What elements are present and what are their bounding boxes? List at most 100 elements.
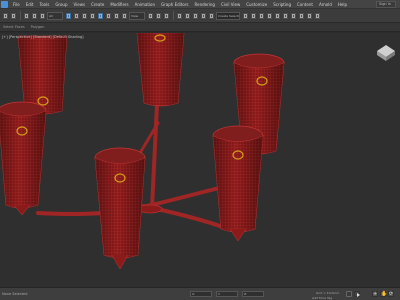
lamp-shade-front-center[interactable] (94, 147, 146, 270)
rotate-icon (107, 13, 110, 18)
redo-button[interactable] (10, 11, 17, 20)
rendered-frame-window-button[interactable] (306, 11, 313, 20)
y-label: Y: (218, 292, 221, 296)
perspective-viewport[interactable]: [+] [Perspective] [Standard] [Default Sh… (0, 33, 400, 287)
z-coordinate-field[interactable]: Z: (242, 291, 264, 297)
menu-group[interactable]: Group (52, 0, 70, 9)
menu-customize[interactable]: Customize (243, 0, 270, 9)
ribbon-tab-polygon[interactable]: Polygon (31, 25, 45, 29)
percent-snap-button[interactable] (192, 11, 199, 20)
lamp-shade-right-front[interactable] (212, 125, 264, 242)
viewport-label[interactable]: [+] [Perspective] [Standard] [Default Sh… (2, 35, 84, 39)
material-sphere-icon (292, 13, 295, 18)
selection-filter-dropdown[interactable]: All (47, 11, 63, 20)
place-button[interactable] (121, 11, 128, 20)
frame-window-icon (308, 13, 311, 18)
manipulate-icon (157, 13, 160, 18)
render-production-button[interactable] (314, 11, 321, 20)
scene-canvas[interactable] (0, 33, 400, 287)
main-toolbar: All View Create Selection Se (0, 9, 400, 23)
menu-help[interactable]: Help (335, 0, 350, 9)
unlink-icon (33, 13, 36, 18)
viewcube-home-icon[interactable] (377, 45, 395, 61)
angle-icon (186, 13, 189, 18)
add-time-tag-link[interactable]: Add Time Tag (312, 296, 332, 300)
cursor-icon (67, 13, 70, 18)
window-crossing-button[interactable] (89, 11, 96, 20)
y-coordinate-field[interactable]: Y: (216, 291, 238, 297)
menu-views[interactable]: Views (71, 0, 89, 9)
rotate-button[interactable] (105, 11, 112, 20)
menu-scripting[interactable]: Scripting (270, 0, 294, 9)
menu-civil-view[interactable]: Civil View (218, 0, 243, 9)
edit-named-selection-button[interactable] (208, 11, 215, 20)
curve-icon (276, 13, 279, 18)
move-icon (99, 13, 102, 18)
menu-animation[interactable]: Animation (132, 0, 158, 9)
menu-modifiers[interactable]: Modifiers (107, 0, 131, 9)
lamp-shade-top-center[interactable] (136, 33, 185, 107)
sign-in-field[interactable]: Sign In (376, 1, 396, 8)
pivot-icon (149, 13, 152, 18)
pivot-center-button[interactable] (147, 11, 154, 20)
play-button[interactable] (354, 291, 360, 297)
pan-button[interactable]: ✋ (380, 291, 387, 297)
toggle-ribbon-button[interactable] (266, 11, 273, 20)
angle-snap-button[interactable] (184, 11, 191, 20)
named-selection-field[interactable]: Create Selection Se (216, 11, 240, 20)
ribbon-bar: Select Faces Polygon (0, 23, 400, 32)
curve-editor-button[interactable] (274, 11, 281, 20)
select-and-manipulate-button[interactable] (155, 11, 162, 20)
keyboard-shortcut-override-button[interactable] (163, 11, 170, 20)
menu-file[interactable]: File (10, 0, 23, 9)
move-button[interactable] (97, 11, 104, 20)
scale-button[interactable] (113, 11, 120, 20)
menu-arnold[interactable]: Arnold (316, 0, 335, 9)
orbit-button[interactable]: ⟳ (388, 291, 394, 297)
x-label: X: (192, 292, 196, 296)
mirror-button[interactable] (242, 11, 249, 20)
named-selection-icon (210, 13, 213, 18)
selection-status: None Selected (2, 292, 28, 296)
redo-icon (12, 13, 15, 18)
schematic-icon (284, 13, 287, 18)
render-setup-icon (300, 13, 303, 18)
list-icon (75, 13, 78, 18)
link-button[interactable] (23, 11, 30, 20)
place-icon (123, 13, 126, 18)
teapot-icon (316, 13, 319, 18)
undo-icon (4, 13, 7, 18)
menu-rendering[interactable]: Rendering (192, 0, 218, 9)
render-setup-button[interactable] (298, 11, 305, 20)
select-object-button[interactable] (65, 11, 72, 20)
ribbon-tab-select-faces[interactable]: Select Faces (3, 25, 25, 29)
menu-edit[interactable]: Edit (23, 0, 37, 9)
menu-create[interactable]: Create (88, 0, 107, 9)
unlink-button[interactable] (31, 11, 38, 20)
undo-button[interactable] (2, 11, 9, 20)
material-editor-button[interactable] (290, 11, 297, 20)
crossing-icon (91, 13, 94, 18)
lamp-shade-left[interactable] (0, 101, 47, 216)
bind-space-warp-button[interactable] (39, 11, 46, 20)
align-button[interactable] (250, 11, 257, 20)
zoom-plus-button[interactable]: + (372, 291, 378, 297)
link-icon (25, 13, 28, 18)
app-logo-icon[interactable] (1, 0, 8, 8)
rectangular-selection-button[interactable] (81, 11, 88, 20)
menu-graph-editors[interactable]: Graph Editors (158, 0, 191, 9)
select-by-name-button[interactable] (73, 11, 80, 20)
x-coordinate-field[interactable]: X: (190, 291, 212, 297)
toolbar-divider (173, 11, 174, 20)
layers-icon (260, 13, 263, 18)
menu-content[interactable]: Content (294, 0, 316, 9)
menu-tools[interactable]: Tools (36, 0, 52, 9)
grid-spacing: Grid = 10,0mm (316, 291, 340, 295)
snaps-toggle-button[interactable] (176, 11, 183, 20)
spinner-snap-button[interactable] (200, 11, 207, 20)
layer-explorer-button[interactable] (258, 11, 265, 20)
auto-key-button[interactable] (346, 291, 352, 297)
spinner-icon (202, 13, 205, 18)
reference-coordinate-dropdown[interactable]: View (129, 11, 145, 20)
schematic-view-button[interactable] (282, 11, 289, 20)
